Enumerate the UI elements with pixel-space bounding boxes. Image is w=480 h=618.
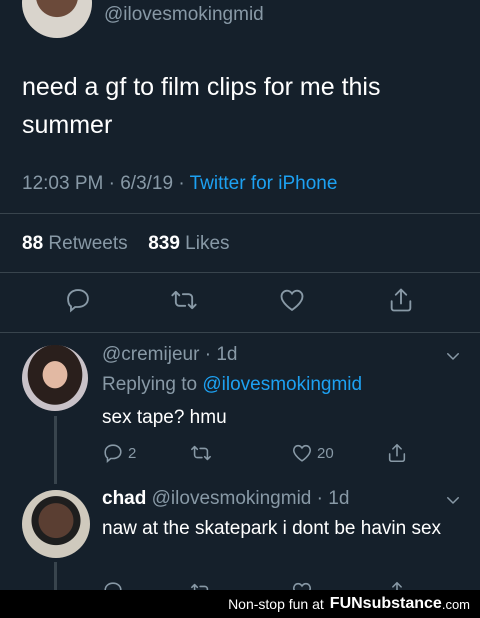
reply-header: chad @ilovesmokingmid · 1d: [102, 488, 349, 510]
tweet-meta: 12:03 PM · 6/3/19 · Twitter for iPhone: [22, 173, 337, 195]
reply-age: 1d: [328, 488, 350, 509]
reply-handle[interactable]: @cremijeur: [102, 344, 199, 365]
share-icon[interactable]: [387, 286, 415, 314]
replying-handle[interactable]: @ilovesmokingmid: [202, 374, 362, 395]
retweets-count[interactable]: 88: [22, 233, 43, 254]
reply-avatar[interactable]: [22, 490, 90, 558]
tweet-time: 12:03 PM: [22, 173, 104, 194]
watermark-text: Non-stop fun at: [228, 596, 324, 612]
likes-count[interactable]: 839: [148, 233, 180, 254]
author-avatar[interactable]: [22, 0, 92, 38]
watermark-brand: FUNsubstance: [329, 595, 442, 612]
tweet-text: need a gf to film clips for me this summ…: [22, 73, 381, 139]
tweet-date: 6/3/19: [120, 173, 174, 194]
share-action[interactable]: [386, 442, 408, 464]
tweet-source[interactable]: Twitter for iPhone: [190, 173, 338, 194]
thread-line: [54, 416, 57, 484]
divider: [0, 272, 480, 273]
reply-display-name[interactable]: chad: [102, 488, 146, 509]
meta-separator: ·: [178, 173, 190, 194]
like-count: 20: [317, 444, 334, 462]
meta-separator: ·: [108, 173, 121, 194]
likes-label[interactable]: Likes: [185, 233, 229, 254]
reply-text: naw at the skatepark i dont be havin sex: [102, 518, 442, 539]
like-icon[interactable]: [278, 286, 306, 314]
reply-avatar[interactable]: [22, 345, 88, 411]
meta-separator: ·: [316, 488, 329, 509]
reply-age: 1d: [216, 344, 238, 365]
like-icon: [292, 444, 312, 462]
divider: [0, 213, 480, 214]
reply-header: @cremijeur · 1d: [102, 344, 237, 366]
watermark-bar: Non-stop fun at FUNsubstance .com: [0, 590, 480, 618]
meta-separator: ·: [204, 344, 217, 365]
retweet-action[interactable]: [190, 442, 212, 464]
retweet-icon[interactable]: [170, 286, 198, 314]
retweets-label[interactable]: Retweets: [48, 233, 127, 254]
like-action[interactable]: 20: [291, 442, 334, 464]
reply-text: sex tape? hmu: [102, 407, 227, 428]
reply-icon: [104, 444, 122, 463]
share-icon: [388, 443, 406, 463]
replying-to: Replying to @ilovesmokingmid: [102, 374, 362, 396]
chevron-down-icon[interactable]: [444, 491, 462, 509]
replying-label: Replying to: [102, 374, 198, 395]
thread-line: [54, 562, 57, 590]
watermark-domain: .com: [441, 596, 470, 612]
retweet-icon: [191, 445, 211, 461]
author-handle[interactable]: @ilovesmokingmid: [104, 4, 264, 26]
reply-handle[interactable]: @ilovesmokingmid: [152, 488, 312, 509]
reply-count: 2: [128, 444, 137, 462]
divider: [0, 332, 480, 333]
tweet-stats: 88 Retweets 839 Likes: [22, 233, 230, 255]
chevron-down-icon[interactable]: [444, 347, 462, 365]
reply-icon[interactable]: [64, 286, 92, 314]
reply-action[interactable]: 2: [102, 442, 136, 464]
